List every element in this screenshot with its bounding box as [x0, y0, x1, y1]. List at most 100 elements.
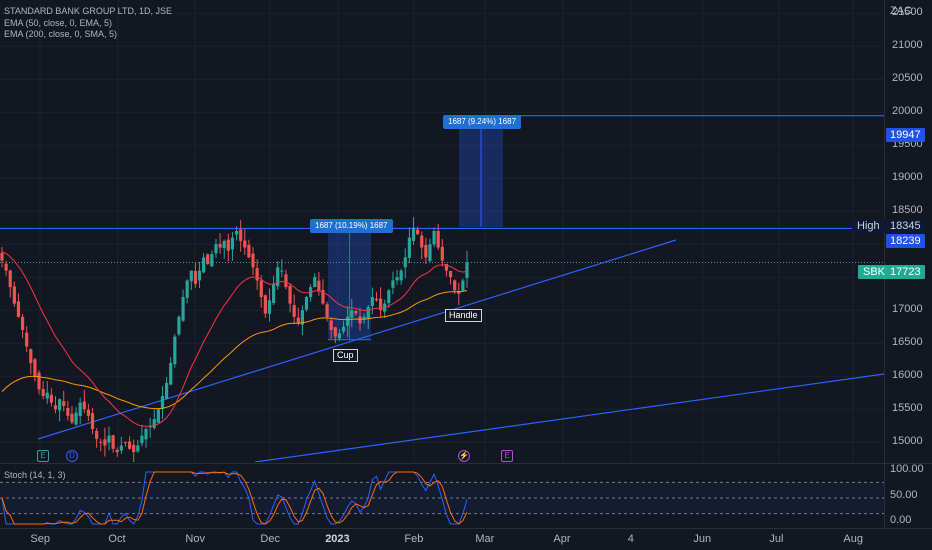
earnings-upcoming-icon[interactable]: E — [501, 450, 513, 462]
earnings-event-icon[interactable]: E — [37, 450, 49, 462]
resistance-price-tag: 18239 — [886, 234, 925, 248]
candle-body — [391, 280, 395, 288]
handle-label[interactable]: Handle — [445, 309, 482, 322]
candle-body — [214, 244, 218, 254]
pane-divider[interactable] — [0, 463, 932, 464]
candle-body — [95, 430, 99, 439]
candle-body — [395, 277, 399, 281]
candle-body — [230, 237, 235, 250]
candle-body — [284, 274, 288, 288]
target-price-tag: 19947 — [886, 128, 925, 142]
candle-body — [152, 419, 156, 428]
price-axis-label: 15000 — [892, 435, 923, 448]
ema50-legend[interactable]: EMA (50, close, 0, EMA, 5) — [4, 18, 112, 28]
candle-body — [123, 441, 128, 443]
time-axis-label: Dec — [260, 533, 280, 545]
candle-body — [78, 402, 82, 417]
candle-body — [193, 270, 198, 284]
candle-body — [374, 298, 379, 301]
candle-body — [70, 413, 74, 423]
time-axis-label: 4 — [627, 533, 634, 545]
dividend-event-icon[interactable]: D — [66, 450, 78, 462]
candle-body — [399, 270, 403, 281]
time-axis-label: Jul — [769, 533, 784, 545]
candle-body — [465, 262, 469, 278]
trendline-lower — [254, 373, 884, 462]
candle-body — [107, 435, 111, 443]
price-axis-label: 20500 — [892, 72, 923, 85]
candle-body — [25, 332, 29, 347]
time-axis[interactable] — [0, 528, 932, 550]
candle-body — [37, 372, 41, 390]
candle-body — [127, 441, 132, 449]
candle-body — [90, 413, 95, 429]
split-event-icon[interactable]: ⚡ — [458, 450, 470, 462]
time-axis-label: Oct — [108, 533, 126, 545]
time-axis-label: Apr — [553, 533, 571, 545]
price-axis-label: 19000 — [892, 171, 923, 184]
stoch-axis-label: 100.00 — [890, 463, 924, 475]
high-label: High — [852, 219, 885, 233]
price-axis-label: 18500 — [892, 204, 923, 217]
candle-body — [82, 401, 86, 410]
candle-body — [358, 316, 362, 324]
candle-body — [403, 257, 407, 268]
candle-body — [119, 445, 123, 451]
candle-body — [292, 305, 296, 317]
candle-body — [132, 444, 136, 453]
candle-body — [424, 245, 428, 258]
stochastic-chart[interactable] — [0, 466, 884, 528]
candle-body — [202, 257, 206, 273]
candle-body — [177, 316, 181, 335]
candle-body — [4, 263, 8, 271]
candle-body — [271, 283, 276, 304]
candle-body — [103, 439, 107, 446]
candle-body — [234, 231, 239, 235]
candle-body — [185, 280, 189, 298]
candle-body — [448, 270, 453, 278]
stoch-axis-label: 50.00 — [890, 489, 918, 501]
candle-body — [16, 301, 21, 317]
high-price-tag: 18345 — [886, 219, 925, 233]
candle-body — [420, 235, 424, 248]
time-axis-label: Jun — [693, 533, 712, 545]
time-axis-label: Aug — [843, 533, 863, 545]
candle-body — [218, 243, 222, 248]
candle-body — [136, 445, 140, 452]
candle-body — [66, 407, 70, 416]
ema200-line — [1, 290, 468, 410]
measure-label-first[interactable]: 1687 (10.19%) 1687 — [310, 219, 393, 233]
price-axis-label: 17000 — [892, 303, 923, 316]
candle-body — [411, 227, 416, 241]
candle-body — [304, 297, 309, 310]
candle-body — [329, 320, 333, 330]
candle-body — [0, 252, 4, 261]
candle-body — [416, 229, 420, 235]
candle-body — [263, 295, 267, 314]
candle-body — [49, 394, 53, 403]
candle-body — [440, 246, 444, 261]
candle-body — [33, 359, 37, 377]
candle-body — [461, 280, 465, 291]
candle-body — [259, 280, 263, 297]
stoch-legend[interactable]: Stoch (14, 1, 3) — [4, 470, 66, 480]
candle-body — [366, 306, 370, 319]
measure-label-second[interactable]: 1687 (9.24%) 1687 — [443, 115, 522, 129]
candle-body — [226, 239, 230, 251]
price-chart[interactable] — [0, 0, 884, 462]
candle-body — [140, 435, 144, 444]
candle-body — [29, 349, 33, 363]
cup-label[interactable]: Cup — [333, 349, 358, 362]
time-axis-label: 2023 — [325, 533, 350, 545]
candle-body — [407, 237, 411, 258]
chart-title[interactable]: STANDARD BANK GROUP LTD, 1D, JSE — [4, 6, 172, 16]
candle-body — [267, 300, 272, 314]
candle-body — [247, 244, 251, 258]
candle-body — [317, 280, 321, 291]
ema200-legend[interactable]: EMA (200, close, 0, SMA, 5) — [4, 29, 117, 39]
candle-body — [189, 270, 193, 282]
candle-body — [288, 285, 292, 304]
candle-body — [160, 396, 165, 409]
candle-body — [243, 240, 247, 248]
candle-body — [111, 435, 115, 449]
